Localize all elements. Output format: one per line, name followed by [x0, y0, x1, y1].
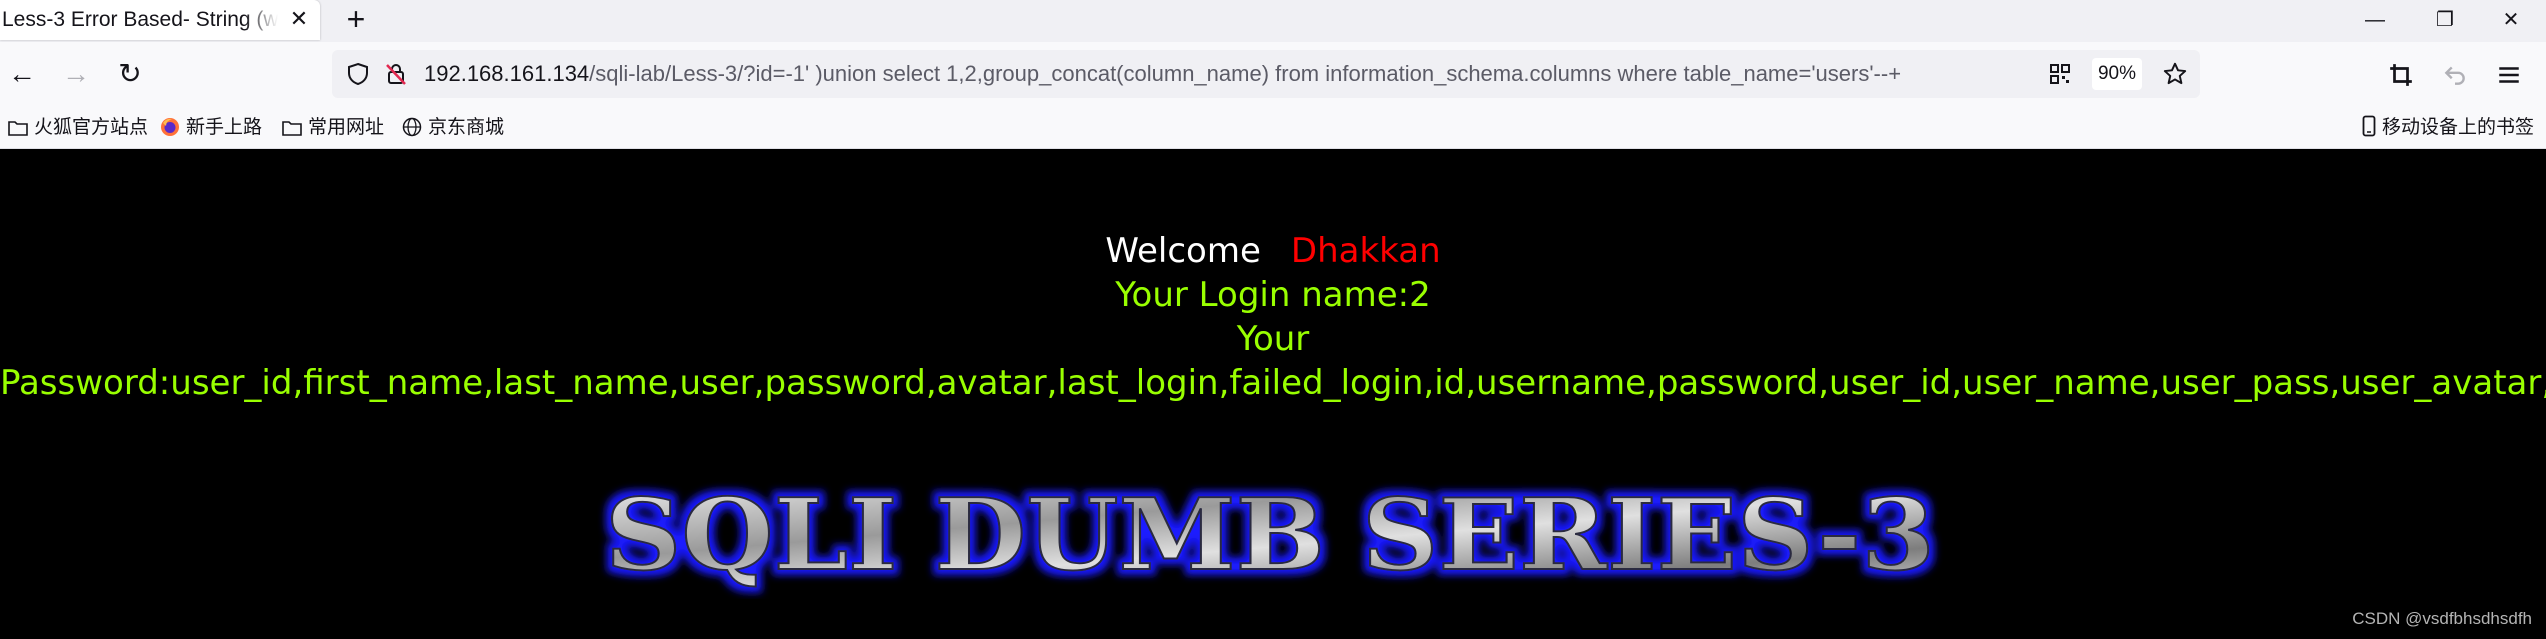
- url-host: 192.168.161.134: [424, 61, 590, 86]
- bookmark-label: 火狐官方站点: [34, 117, 149, 138]
- bookmark-item[interactable]: 京东商城: [402, 113, 504, 143]
- insecure-lock-icon[interactable]: [384, 62, 408, 86]
- bookmark-star-icon[interactable]: [2162, 61, 2188, 87]
- active-tab[interactable]: Less-3 Error Based- String (with Twist) …: [0, 0, 320, 40]
- qr-code-icon[interactable]: [2048, 62, 2072, 86]
- undo-icon[interactable]: [2442, 62, 2468, 88]
- login-name-text: Your Login name:2: [1115, 275, 1431, 315]
- url-path: /sqli-lab/Less-3/?id=-1' )union select 1…: [589, 61, 1902, 86]
- mobile-device-icon: [2362, 115, 2376, 137]
- folder-icon: [8, 121, 28, 136]
- folder-icon: [282, 121, 302, 136]
- forward-button[interactable]: →: [56, 54, 96, 94]
- globe-icon: [402, 117, 422, 137]
- your-label: Your: [1236, 319, 1310, 359]
- new-tab-button[interactable]: +: [338, 2, 374, 38]
- minimize-button[interactable]: —: [2340, 0, 2410, 40]
- bookmarks-toolbar: 火狐官方站点 新手上路 常用网址 京东商城 移动设备上的书签: [0, 108, 2546, 149]
- navigation-bar: ← → ↻ 192.168.161.134/sqli-lab/Less-3/?i…: [0, 42, 2546, 108]
- welcome-label: Welcome: [1105, 231, 1261, 271]
- window-close-button[interactable]: ✕: [2476, 0, 2546, 40]
- screenshot-crop-icon[interactable]: [2388, 62, 2414, 88]
- logo-text: SQLI DUMB SERIES-3: [605, 479, 1935, 593]
- firefox-icon: [161, 118, 179, 136]
- bookmark-item[interactable]: 常用网址: [282, 113, 384, 143]
- restore-button[interactable]: ❐: [2410, 0, 2480, 40]
- shield-icon[interactable]: [346, 62, 370, 86]
- bookmark-item[interactable]: 火狐官方站点: [8, 113, 148, 143]
- url-text[interactable]: 192.168.161.134/sqli-lab/Less-3/?id=-1' …: [424, 50, 1901, 98]
- tab-bar: Less-3 Error Based- String (with Twist) …: [0, 0, 2546, 42]
- bookmark-label: 新手上路: [186, 117, 263, 138]
- menu-icon[interactable]: [2496, 62, 2522, 88]
- password-text: Password:user_id,first_name,last_name,us…: [0, 363, 2546, 403]
- bookmark-label: 京东商城: [428, 117, 505, 138]
- zoom-level-button[interactable]: 90%: [2092, 58, 2142, 90]
- watermark: CSDN @vsdfbhsdhsdfh: [2352, 609, 2532, 628]
- tab-close-icon[interactable]: ✕: [284, 4, 314, 34]
- welcome-line: Welcome Dhakkan: [0, 229, 2546, 273]
- user-name: Dhakkan: [1290, 231, 1441, 271]
- mobile-bookmarks-folder[interactable]: 移动设备上的书签: [2362, 113, 2534, 143]
- back-button[interactable]: ←: [2, 54, 42, 94]
- bookmark-item[interactable]: 新手上路: [160, 113, 262, 143]
- reload-button[interactable]: ↻: [110, 54, 150, 94]
- sqli-dumb-series-logo: SQLI DUMB SERIES-3: [604, 479, 1936, 594]
- bookmark-label: 常用网址: [308, 117, 385, 138]
- url-bar[interactable]: 192.168.161.134/sqli-lab/Less-3/?id=-1' …: [332, 50, 2200, 98]
- page-content: Welcome Dhakkan Your Login name:2 Your Pa…: [0, 149, 2546, 639]
- bookmark-label: 移动设备上的书签: [2382, 117, 2535, 138]
- tab-title: Less-3 Error Based- String (with Twist): [2, 8, 278, 31]
